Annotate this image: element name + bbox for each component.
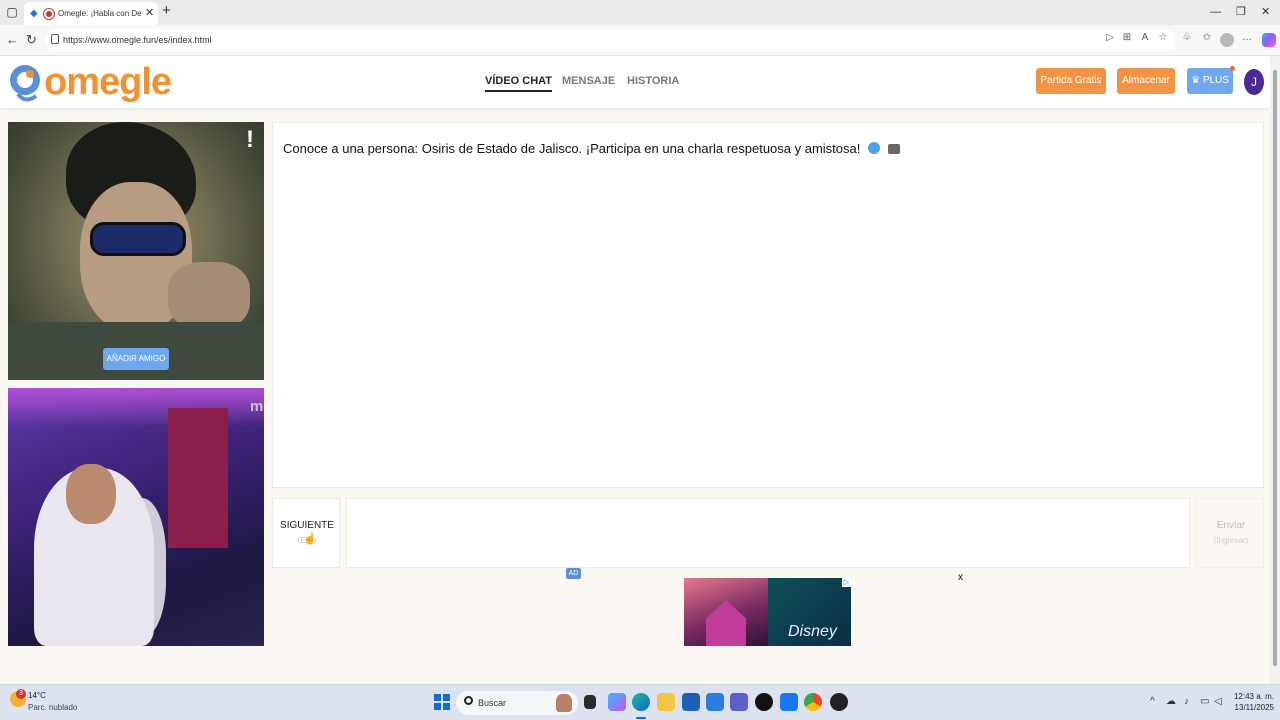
browser-profile-icon[interactable] — [1220, 33, 1234, 47]
app-icon-2[interactable] — [830, 693, 848, 711]
cast-icon[interactable]: ▷ — [1103, 31, 1117, 45]
system-clock[interactable]: 12:43 a. m. 13/11/2025 — [1230, 691, 1274, 713]
page-content: omegle VÍDEO CHAT MENSAJE HISTORIA Parti… — [0, 56, 1270, 684]
browser-tab-bar: ▢ ◆ Omegle: ¡Habla con Descon ✕ + — ❐ ✕ — [0, 0, 1280, 25]
lock-icon — [51, 34, 59, 44]
message-input[interactable] — [346, 498, 1190, 568]
ad-info-icon[interactable]: ▷ — [842, 578, 851, 587]
url-text: https://www.omegle.fun/es/index.html — [63, 35, 212, 45]
local-person-1-head — [66, 464, 116, 524]
video-camera-icon — [887, 144, 900, 154]
logo-text[interactable]: omegle — [44, 60, 172, 104]
refresh-icon[interactable]: ↻ — [26, 32, 37, 48]
local-background-curtain — [168, 408, 228, 548]
crown-icon: ♛ — [1191, 75, 1201, 86]
chat-message-text: Conoce a una persona: Osiris de Estado d… — [283, 141, 861, 156]
site-favicon-icon — [44, 9, 54, 19]
copilot-icon[interactable] — [1262, 33, 1276, 47]
start-menu-icon[interactable] — [434, 694, 450, 710]
report-icon[interactable]: ! — [246, 126, 254, 154]
restore-icon[interactable]: ❐ — [1236, 4, 1246, 20]
siguiente-button[interactable]: SIGUIENTE (Esc) ☝ — [272, 498, 340, 568]
search-icon — [464, 696, 473, 705]
ad-close-button[interactable]: x — [958, 572, 963, 584]
clock-date: 13/11/2025 — [1234, 703, 1274, 712]
weather-condition: Parc. nublado — [28, 703, 78, 712]
app-icon[interactable] — [780, 693, 798, 711]
store-app-icon[interactable] — [682, 693, 700, 711]
enviar-hint: (Ingresar) — [1213, 536, 1249, 545]
windows-taskbar: 3 14°C Parc. nublado Buscar ^ ☁ ♪ ▭ ◁ 12… — [0, 684, 1280, 720]
address-bar: ← ↻ https://www.omegle.fun/es/index.html… — [0, 25, 1280, 56]
favorite-star-icon[interactable]: ☆ — [1156, 31, 1170, 45]
ad-brand-text: Disney — [788, 623, 837, 640]
chrome-app-icon[interactable] — [804, 693, 822, 711]
mouse-cursor-icon: ☝ — [303, 533, 317, 545]
notification-dot — [1230, 66, 1235, 71]
plus-button[interactable]: ♛ PLUS — [1187, 68, 1233, 94]
page-scrollbar[interactable] — [1270, 56, 1280, 684]
shield-icon: ◆ — [30, 8, 38, 19]
apps-icon[interactable]: ⊞ — [1120, 31, 1134, 45]
back-icon[interactable]: ← — [6, 32, 19, 48]
url-field[interactable]: https://www.omegle.fun/es/index.html — [45, 29, 1175, 51]
copilot-app-icon[interactable] — [608, 693, 626, 711]
tiktok-app-icon[interactable] — [755, 693, 773, 711]
enviar-button[interactable]: Enviar (Ingresar) — [1196, 498, 1264, 568]
onedrive-icon[interactable]: ☁ — [1166, 696, 1176, 708]
extensions-icon[interactable]: ♧ — [1180, 31, 1194, 45]
scrollbar-thumb[interactable] — [1273, 70, 1277, 666]
collections-icon[interactable]: ✩ — [1200, 31, 1214, 45]
active-app-indicator — [636, 717, 646, 719]
site-header: omegle VÍDEO CHAT MENSAJE HISTORIA Parti… — [0, 56, 1270, 108]
chat-system-message: Conoce a una persona: Osiris de Estado d… — [283, 141, 900, 157]
file-explorer-icon[interactable] — [657, 693, 675, 711]
more-menu-icon[interactable]: … — [1240, 31, 1254, 45]
tab-title: Omegle: ¡Habla con Descon — [58, 9, 142, 18]
enviar-label: Enviar — [1216, 520, 1246, 531]
ad-banner[interactable]: Disney ▷ — [684, 578, 851, 646]
remote-video: ! AÑADIR AMIGO — [8, 122, 264, 380]
close-tab-icon[interactable]: ✕ — [145, 6, 154, 20]
read-aloud-icon[interactable]: A — [1138, 31, 1152, 45]
clock-time: 12:43 a. m. — [1233, 692, 1274, 701]
network-icon[interactable]: ▭ — [1200, 696, 1209, 708]
remote-person-glasses — [90, 222, 186, 256]
task-view-icon[interactable] — [584, 695, 596, 709]
remote-person-hand — [168, 262, 250, 330]
tray-chevron-icon[interactable]: ^ — [1150, 696, 1155, 708]
search-placeholder: Buscar — [478, 698, 507, 708]
settings-app-icon[interactable] — [706, 693, 724, 711]
browser-tab[interactable]: ◆ Omegle: ¡Habla con Descon ✕ — [24, 2, 158, 25]
tab-actions-icon[interactable]: ▢ — [4, 4, 20, 20]
user-avatar[interactable]: J — [1244, 69, 1264, 95]
ad-label: AD — [566, 568, 581, 579]
add-friend-button[interactable]: AÑADIR AMIGO — [103, 348, 169, 370]
search-highlight-icon — [556, 694, 572, 712]
partida-gratis-button[interactable]: Partida Gratis — [1036, 68, 1106, 94]
close-window-icon[interactable]: ✕ — [1261, 4, 1270, 20]
local-video: m — [8, 388, 264, 646]
nav-mensaje[interactable]: MENSAJE — [562, 74, 615, 88]
plus-label: PLUS — [1202, 75, 1229, 86]
edge-app-icon[interactable] — [632, 693, 650, 711]
taskbar-search[interactable]: Buscar — [456, 691, 578, 715]
camera-watermark: m — [250, 398, 264, 415]
teams-app-icon[interactable] — [730, 693, 748, 711]
nav-video-chat[interactable]: VÍDEO CHAT — [485, 74, 553, 92]
volume-icon[interactable]: ◁ — [1214, 696, 1222, 708]
chat-log: Conoce a una persona: Osiris de Estado d… — [272, 122, 1264, 488]
nav-historia[interactable]: HISTORIA — [627, 74, 679, 88]
almacenar-button[interactable]: Almacenar — [1117, 68, 1175, 94]
temperature: 14°C — [28, 691, 46, 700]
microphone-icon[interactable]: ♪ — [1184, 696, 1189, 708]
logo-icon[interactable] — [8, 60, 42, 104]
globe-icon — [868, 142, 880, 154]
new-tab-icon[interactable]: + — [162, 3, 171, 19]
minimize-icon[interactable]: — — [1210, 4, 1221, 20]
siguiente-label: SIGUIENTE — [280, 520, 334, 531]
weather-badge: 3 — [16, 689, 26, 699]
